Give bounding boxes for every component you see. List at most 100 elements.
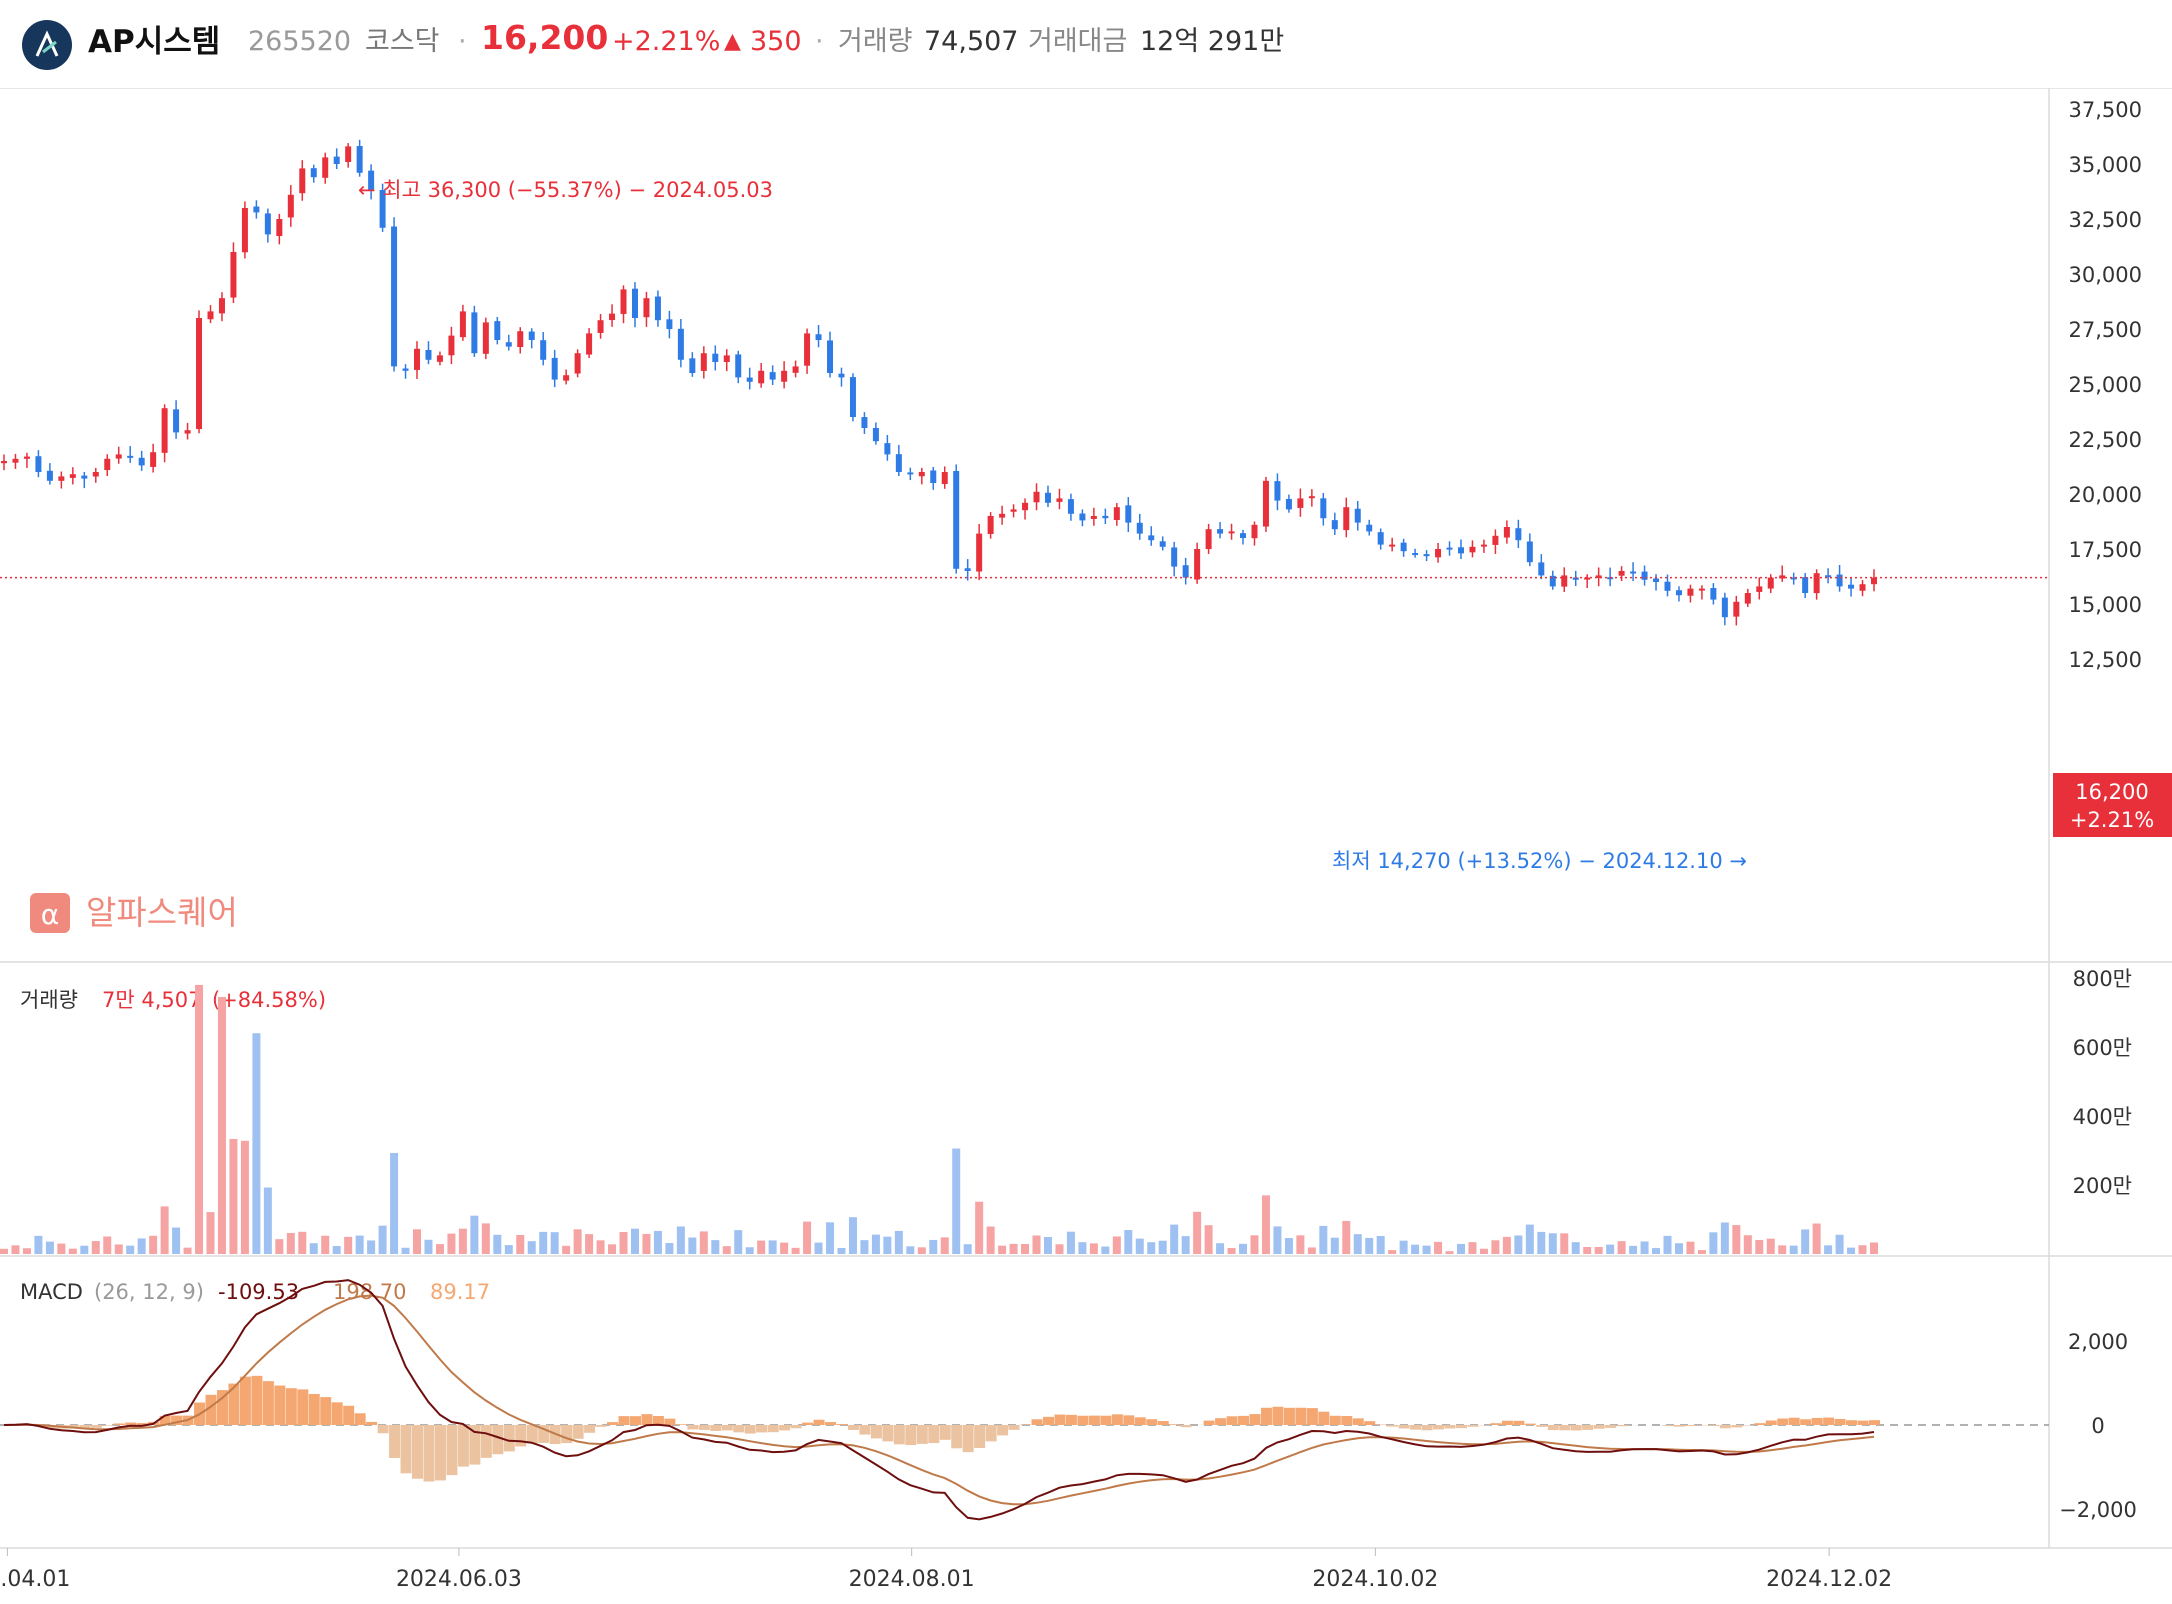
macd-histogram-bar (698, 1425, 710, 1430)
volume-bar (1743, 1235, 1752, 1254)
date-axis: 2024.04.01 2024.06.03 2024.08.01 2024.10.02… (0, 1548, 1892, 1592)
macd-histogram-bar (790, 1425, 802, 1429)
volume-bar (986, 1226, 995, 1254)
macd-histogram-bar (1547, 1425, 1559, 1431)
candle-body (1744, 593, 1751, 604)
volume-bar (0, 1248, 8, 1254)
candle-body (758, 370, 765, 384)
volume-bar (126, 1245, 135, 1254)
macd-histogram-bar (951, 1425, 963, 1449)
candle-body (1171, 547, 1178, 567)
volume-bar (699, 1231, 708, 1254)
volume-bar (516, 1234, 525, 1254)
candle-body (482, 322, 489, 354)
volume-bar (504, 1245, 513, 1254)
candle-body (815, 334, 822, 340)
candle-body (712, 353, 719, 362)
volume-bar (390, 1152, 399, 1254)
volume-bar (1629, 1245, 1638, 1254)
volume-bar (722, 1246, 731, 1254)
volume-bar (917, 1247, 926, 1254)
candle-body (81, 475, 88, 479)
volume-bar (332, 1246, 341, 1254)
amount-label: 거래대금 (1028, 26, 1128, 57)
volume-bar (550, 1232, 559, 1254)
volume-bar (1112, 1236, 1121, 1254)
volume-bar (539, 1231, 548, 1254)
volume-bar (1560, 1233, 1569, 1254)
candle-body (35, 456, 42, 472)
macd-histogram-bar (1869, 1420, 1880, 1425)
volume-tick-label: 200만 (2073, 1174, 2132, 1198)
macd-histogram-bar (1570, 1425, 1582, 1431)
watermark: α 알파스퀘어 (30, 893, 238, 933)
candle-body (1412, 553, 1419, 556)
candle-body (1297, 498, 1304, 508)
volume-bar (1124, 1230, 1133, 1254)
volume-bar (378, 1225, 387, 1254)
stock-name[interactable]: AP시스템 (88, 22, 220, 62)
candle-body (540, 340, 547, 360)
macd-histogram-bar (297, 1389, 309, 1425)
macd-histogram-bar (1754, 1423, 1766, 1425)
candle-body (1262, 480, 1269, 527)
volume-bar (1640, 1241, 1649, 1254)
volume-bar (1812, 1223, 1821, 1254)
macd-histogram-bar (1455, 1425, 1467, 1429)
candle-body (1251, 524, 1258, 539)
volume-axis: 800만 600만 400만 200만 (2073, 967, 2132, 1198)
macd-histogram-bar (802, 1422, 814, 1425)
macd-histogram-bar (1811, 1417, 1823, 1425)
macd-histogram-bar (1467, 1425, 1479, 1427)
volume-tick-label: 600만 (2073, 1036, 2132, 1060)
candle-body (1377, 532, 1384, 545)
price-tick-label: 27,500 (2069, 318, 2142, 342)
macd-histogram-bar (480, 1425, 492, 1458)
candle-body (1469, 546, 1476, 553)
candle-body (414, 348, 421, 370)
volume-bar (780, 1242, 789, 1254)
candle-body (115, 454, 122, 459)
macd-histogram-bar (1088, 1415, 1100, 1425)
candle-body (1056, 498, 1063, 502)
candle-body (586, 333, 593, 355)
macd-histogram-bar (1731, 1425, 1743, 1428)
macd-tick-label: 0 (2091, 1414, 2104, 1438)
volume-bar (1261, 1195, 1270, 1254)
macd-histogram-bar (354, 1413, 366, 1425)
price-tick-label: 30,000 (2069, 263, 2142, 287)
volume-bar (1193, 1211, 1202, 1254)
macd-histogram-bar (1777, 1418, 1789, 1425)
volume-bar (1456, 1243, 1465, 1254)
macd-histogram-bar (847, 1425, 859, 1430)
volume-bar (309, 1243, 318, 1254)
volume-bar (447, 1233, 456, 1254)
candle-body (1067, 499, 1074, 514)
volume-bar (952, 1148, 961, 1254)
candle-body (425, 349, 432, 360)
volume-bar (1284, 1238, 1293, 1254)
candle-body (689, 358, 696, 373)
candle-body (264, 213, 271, 235)
macd-histogram-bar (1593, 1425, 1605, 1429)
macd-histogram-bar (1008, 1425, 1020, 1430)
candle-body (597, 320, 604, 333)
volume-bar (1181, 1236, 1190, 1254)
volume-bar (137, 1238, 146, 1254)
candle-body (1285, 498, 1292, 510)
volume-bar (1399, 1240, 1408, 1254)
volume-bars (0, 984, 1878, 1254)
stock-chart[interactable]: 37,500 35,000 32,500 30,000 27,500 25,000 22,5… (0, 88, 2172, 1604)
macd-histogram-bar (1800, 1419, 1812, 1425)
macd-histogram-bar (1662, 1425, 1674, 1426)
price-tick-label: 32,500 (2069, 208, 2142, 232)
candle-body (563, 375, 570, 381)
volume-bar (814, 1242, 823, 1254)
macd-tick-label: −2,000 (2059, 1498, 2137, 1522)
macd-histogram-bar (1421, 1425, 1433, 1431)
volume-panel-label: 거래량 (20, 988, 78, 1012)
macd-histogram-bar (756, 1425, 768, 1433)
candle-body (1205, 529, 1212, 550)
separator-2: · (815, 26, 824, 57)
macd-histogram-bar (1536, 1425, 1548, 1427)
